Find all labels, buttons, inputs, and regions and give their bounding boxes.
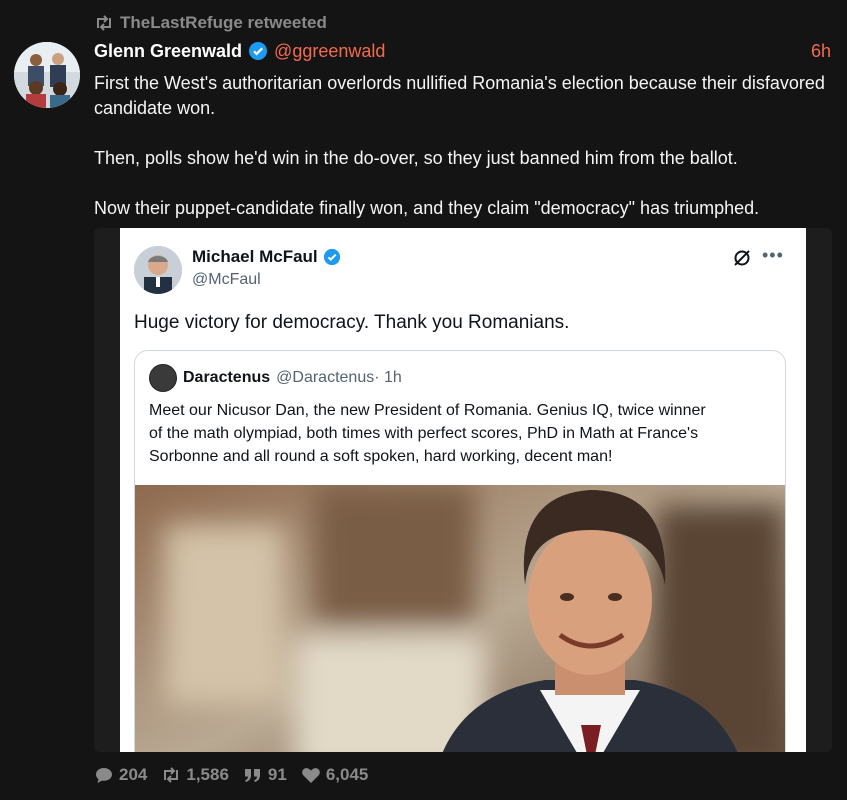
retweet-banner-text: TheLastRefuge retweeted xyxy=(120,13,327,32)
like-count: 6,045 xyxy=(325,765,369,784)
more-icon: ••• xyxy=(762,245,784,265)
post-paragraph: First the West's authoritarian overlords… xyxy=(94,73,825,118)
embedded-author-avatar xyxy=(134,246,182,294)
reply-icon xyxy=(96,768,112,783)
author-name[interactable]: Glenn Greenwald xyxy=(94,41,242,62)
quoted-text-line: Sorbonne and all round a soft spoken, ha… xyxy=(149,448,613,465)
quoted-author-name: Daractenus xyxy=(183,369,271,386)
author-handle[interactable]: @ggreenwald xyxy=(274,41,385,62)
verified-icon xyxy=(249,42,268,60)
like-button[interactable]: 6,045 xyxy=(301,765,369,785)
post-body: First the West's authoritarian overlords… xyxy=(94,71,834,221)
verified-icon xyxy=(323,248,340,266)
quoted-tweet: Daractenus @Daractenus · 1h Meet our Nic… xyxy=(134,350,786,752)
quoted-tweet-header: Daractenus @Daractenus · 1h xyxy=(149,364,402,392)
reply-button[interactable]: 204 xyxy=(94,765,147,785)
action-bar: 204 1,586 91 6,045 xyxy=(94,762,368,788)
embedded-media[interactable]: Michael McFaul @McFaul ••• Huge victory … xyxy=(94,228,832,752)
retweet-icon xyxy=(97,15,111,31)
grok-icon xyxy=(734,250,750,266)
quote-button[interactable]: 91 xyxy=(243,765,287,785)
post-paragraph: Then, polls show he'd win in the do-over… xyxy=(94,148,738,168)
retweet-icon xyxy=(164,767,179,783)
quoted-author-handle: @Daractenus xyxy=(276,369,375,386)
quoted-author-avatar xyxy=(149,364,177,392)
reply-count: 204 xyxy=(119,765,148,784)
embedded-tweet-card: Michael McFaul @McFaul ••• Huge victory … xyxy=(120,228,806,752)
retweet-banner: TheLastRefuge retweeted xyxy=(94,11,327,35)
embedded-author-name-row: Michael McFaul xyxy=(192,247,341,267)
retweet-button[interactable]: 1,586 xyxy=(161,765,229,785)
quoted-tweet-text: Meet our Nicusor Dan, the new President … xyxy=(149,399,774,468)
quoted-text-line: of the math olympiad, both times with pe… xyxy=(149,425,699,442)
like-icon xyxy=(302,768,320,783)
author-avatar[interactable] xyxy=(14,42,80,108)
quoted-time: · 1h xyxy=(374,369,402,386)
author-row: Glenn Greenwald @ggreenwald xyxy=(94,38,385,64)
quote-count: 91 xyxy=(267,765,287,784)
embedded-author-name: Michael McFaul xyxy=(192,247,318,266)
quoted-photo xyxy=(135,485,785,752)
post-timestamp[interactable]: 6h xyxy=(811,38,831,64)
embedded-tweet-text: Huge victory for democracy. Thank you Ro… xyxy=(134,312,570,333)
embedded-author-handle: @McFaul xyxy=(192,271,261,288)
quoted-text-line: Meet our Nicusor Dan, the new President … xyxy=(149,402,706,419)
retweet-count: 1,586 xyxy=(186,765,229,784)
post-paragraph: Now their puppet-candidate finally won, … xyxy=(94,198,760,218)
quote-icon xyxy=(244,769,260,782)
